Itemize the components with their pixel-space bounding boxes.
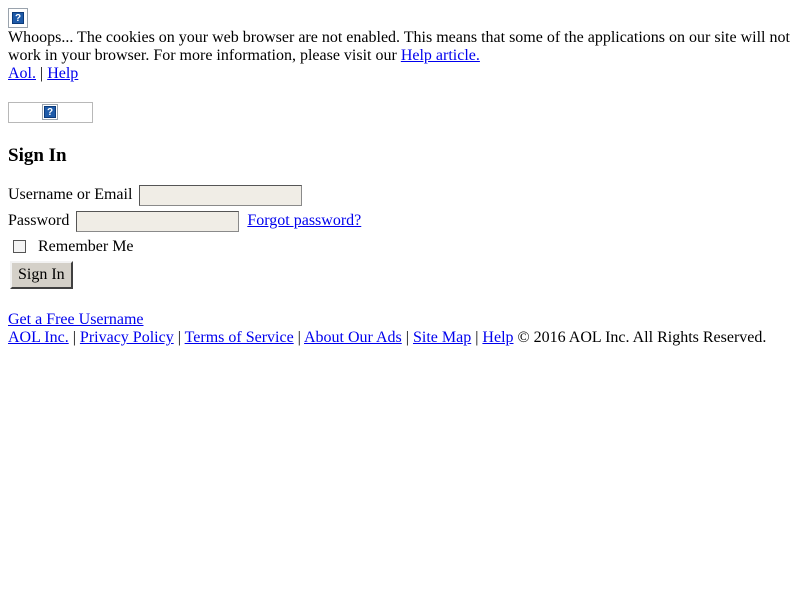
footer-separator: | — [297, 329, 301, 346]
submit-row: Sign In — [8, 260, 792, 290]
footer-separator: | — [72, 329, 76, 346]
remember-me-checkbox[interactable] — [13, 239, 26, 253]
username-input[interactable] — [139, 184, 303, 206]
free-username-link[interactable]: Get a Free Username — [8, 311, 144, 328]
banner-image: ? — [8, 102, 93, 123]
top-links: Aol. | Help — [8, 65, 792, 83]
password-row: Password Forgot password? — [8, 208, 792, 234]
footer-link-privacy-policy[interactable]: Privacy Policy — [80, 329, 174, 346]
broken-image-icon: ? — [42, 104, 58, 120]
footer-link-site-map[interactable]: Site Map — [413, 329, 471, 346]
footer: AOL Inc. | Privacy Policy | Terms of Ser… — [8, 329, 792, 347]
remember-me-label: Remember Me — [38, 238, 134, 255]
aol-link[interactable]: Aol. — [8, 65, 36, 82]
footer-link-help[interactable]: Help — [482, 329, 513, 346]
footer-link-aol-inc[interactable]: AOL Inc. — [8, 329, 69, 346]
username-label: Username or Email — [8, 186, 133, 203]
free-username: Get a Free Username — [8, 311, 792, 329]
username-row: Username or Email — [8, 182, 792, 208]
copyright-text: © 2016 AOL Inc. All Rights Reserved. — [517, 329, 767, 346]
footer-link-about-our-ads[interactable]: About Our Ads — [304, 329, 402, 346]
help-link[interactable]: Help — [47, 65, 78, 82]
header-image: ? — [8, 8, 792, 28]
footer-separator: | — [475, 329, 479, 346]
password-input[interactable] — [76, 210, 240, 232]
cookie-notice-text: Whoops... The cookies on your web browse… — [8, 29, 790, 64]
forgot-password-link[interactable]: Forgot password? — [247, 212, 361, 229]
cookie-notice: Whoops... The cookies on your web browse… — [8, 29, 792, 65]
footer-link-terms-of-service[interactable]: Terms of Service — [185, 329, 294, 346]
footer-separator: | — [405, 329, 409, 346]
signin-form: Username or Email Password Forgot passwo… — [8, 182, 792, 290]
password-label: Password — [8, 212, 70, 229]
footer-separator: | — [177, 329, 181, 346]
page-title: Sign In — [8, 145, 67, 166]
broken-image-icon: ? — [8, 8, 28, 28]
top-links-separator: | — [40, 65, 44, 82]
remember-row: Remember Me — [8, 234, 792, 260]
help-article-link[interactable]: Help article. — [401, 47, 480, 64]
page: ? Whoops... The cookies on your web brow… — [0, 0, 800, 347]
sign-in-button[interactable]: Sign In — [10, 261, 73, 289]
